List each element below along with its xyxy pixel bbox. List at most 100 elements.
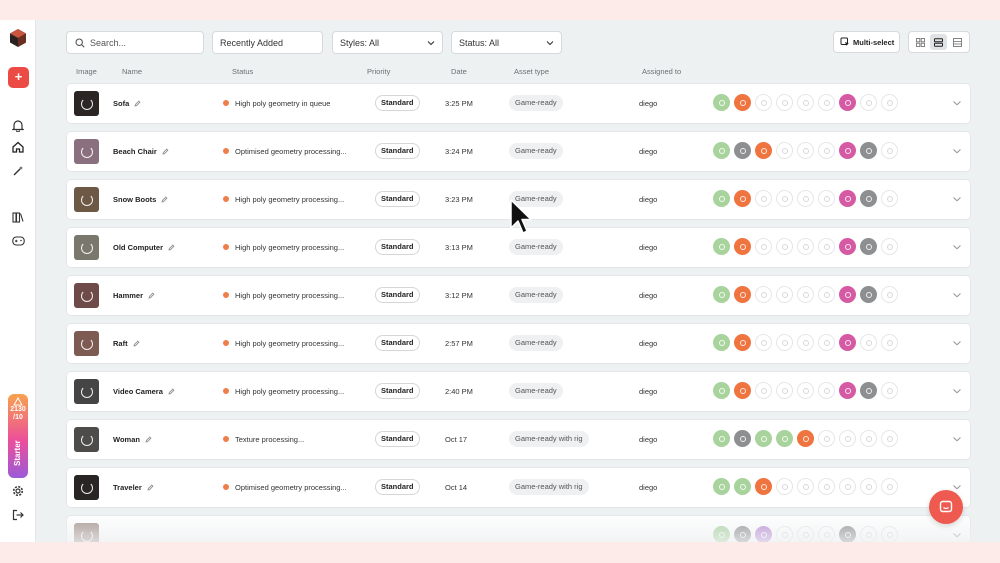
- table-row[interactable]: Woman Texture processing... Standard Oct…: [66, 419, 971, 460]
- list-view-button[interactable]: [930, 34, 948, 50]
- pipeline-stage-empty[interactable]: [839, 478, 856, 495]
- asset-thumbnail[interactable]: [74, 427, 99, 452]
- table-row[interactable]: [66, 515, 971, 542]
- pipeline-stage-empty[interactable]: [818, 334, 835, 351]
- table-view-button[interactable]: [949, 34, 966, 50]
- pipeline-stage-empty[interactable]: [818, 238, 835, 255]
- edit-pencil-icon[interactable]: [145, 436, 152, 443]
- expand-chevron-icon[interactable]: [952, 531, 962, 539]
- edit-pencil-icon[interactable]: [134, 100, 141, 107]
- pipeline-stage-empty[interactable]: [776, 190, 793, 207]
- pipeline-stage-empty[interactable]: [776, 94, 793, 111]
- pipeline-stage-empty[interactable]: [860, 526, 877, 542]
- pipeline-stage-empty[interactable]: [755, 334, 772, 351]
- settings-gear-icon[interactable]: [10, 483, 26, 499]
- pipeline-stage-empty[interactable]: [881, 238, 898, 255]
- pipeline-stage-empty[interactable]: [818, 286, 835, 303]
- table-row[interactable]: Traveler Optimised geometry processing..…: [66, 467, 971, 508]
- pipeline-stage-green[interactable]: [713, 430, 730, 447]
- pipeline-stage-pink[interactable]: [839, 142, 856, 159]
- multi-select-button[interactable]: Multi-select: [833, 31, 900, 53]
- asset-thumbnail[interactable]: [74, 331, 99, 356]
- pipeline-stage-empty[interactable]: [860, 478, 877, 495]
- pipeline-stage-gray[interactable]: [734, 526, 751, 542]
- pipeline-stage-gray[interactable]: [860, 382, 877, 399]
- expand-chevron-icon[interactable]: [952, 483, 962, 491]
- gamepad-icon[interactable]: [10, 233, 26, 249]
- pipeline-stage-empty[interactable]: [797, 238, 814, 255]
- edit-pencil-icon[interactable]: [162, 148, 169, 155]
- pipeline-stage-empty[interactable]: [797, 142, 814, 159]
- pipeline-stage-empty[interactable]: [881, 478, 898, 495]
- pipeline-stage-empty[interactable]: [881, 142, 898, 159]
- edit-pencil-icon[interactable]: [161, 196, 168, 203]
- credits-badge[interactable]: 2130 /10 Starter: [8, 394, 28, 478]
- library-icon[interactable]: [10, 209, 26, 225]
- priority-badge[interactable]: Standard: [375, 239, 420, 255]
- expand-chevron-icon[interactable]: [952, 339, 962, 347]
- pipeline-stage-orange[interactable]: [734, 382, 751, 399]
- pipeline-stage-gray[interactable]: [860, 142, 877, 159]
- pipeline-stage-empty[interactable]: [797, 190, 814, 207]
- asset-thumbnail[interactable]: [74, 523, 99, 542]
- pipeline-stage-gray[interactable]: [734, 142, 751, 159]
- pipeline-stage-green[interactable]: [713, 238, 730, 255]
- pipeline-stage-empty[interactable]: [818, 526, 835, 542]
- pipeline-stage-green[interactable]: [713, 526, 730, 542]
- priority-badge[interactable]: Standard: [375, 431, 420, 447]
- pipeline-stage-green[interactable]: [713, 334, 730, 351]
- pipeline-stage-orange[interactable]: [734, 334, 751, 351]
- expand-chevron-icon[interactable]: [952, 387, 962, 395]
- pipeline-stage-green[interactable]: [713, 478, 730, 495]
- pipeline-stage-empty[interactable]: [755, 190, 772, 207]
- magic-wand-icon[interactable]: [10, 163, 26, 179]
- search-input[interactable]: [90, 37, 190, 48]
- expand-chevron-icon[interactable]: [952, 147, 962, 155]
- logo-icon[interactable]: [9, 28, 27, 48]
- pipeline-stage-green[interactable]: [713, 382, 730, 399]
- priority-badge[interactable]: Standard: [375, 335, 420, 351]
- pipeline-stage-empty[interactable]: [818, 190, 835, 207]
- edit-pencil-icon[interactable]: [168, 388, 175, 395]
- pipeline-stage-empty[interactable]: [797, 94, 814, 111]
- asset-thumbnail[interactable]: [74, 283, 99, 308]
- pipeline-stage-pink[interactable]: [839, 190, 856, 207]
- pipeline-stage-orange[interactable]: [797, 430, 814, 447]
- pipeline-stage-green[interactable]: [755, 430, 772, 447]
- table-row[interactable]: Hammer High poly geometry processing... …: [66, 275, 971, 316]
- priority-badge[interactable]: Standard: [375, 287, 420, 303]
- expand-chevron-icon[interactable]: [952, 291, 962, 299]
- pipeline-stage-gray[interactable]: [860, 190, 877, 207]
- pipeline-stage-empty[interactable]: [860, 430, 877, 447]
- pipeline-stage-green[interactable]: [776, 430, 793, 447]
- table-row[interactable]: Beach Chair Optimised geometry processin…: [66, 131, 971, 172]
- pipeline-stage-pink[interactable]: [839, 382, 856, 399]
- grid-view-button[interactable]: [912, 34, 929, 50]
- new-item-button[interactable]: +: [8, 67, 29, 88]
- pipeline-stage-empty[interactable]: [776, 238, 793, 255]
- pipeline-stage-gray[interactable]: [860, 238, 877, 255]
- pipeline-stage-gray[interactable]: [734, 430, 751, 447]
- pipeline-stage-gray[interactable]: [839, 526, 856, 542]
- table-row[interactable]: Video Camera High poly geometry processi…: [66, 371, 971, 412]
- table-row[interactable]: Sofa High poly geometry in queue Standar…: [66, 83, 971, 124]
- asset-thumbnail[interactable]: [74, 475, 99, 500]
- pipeline-stage-empty[interactable]: [776, 286, 793, 303]
- pipeline-stage-empty[interactable]: [776, 334, 793, 351]
- pipeline-stage-empty[interactable]: [797, 382, 814, 399]
- pipeline-stage-empty[interactable]: [776, 526, 793, 542]
- expand-chevron-icon[interactable]: [952, 243, 962, 251]
- pipeline-stage-empty[interactable]: [755, 382, 772, 399]
- logout-icon[interactable]: [10, 507, 26, 523]
- pipeline-stage-empty[interactable]: [776, 478, 793, 495]
- pipeline-stage-green[interactable]: [713, 286, 730, 303]
- pipeline-stage-green[interactable]: [713, 94, 730, 111]
- asset-thumbnail[interactable]: [74, 187, 99, 212]
- expand-chevron-icon[interactable]: [952, 435, 962, 443]
- pipeline-stage-empty[interactable]: [755, 238, 772, 255]
- pipeline-stage-empty[interactable]: [860, 94, 877, 111]
- pipeline-stage-empty[interactable]: [881, 430, 898, 447]
- pipeline-stage-pink[interactable]: [839, 286, 856, 303]
- pipeline-stage-empty[interactable]: [797, 286, 814, 303]
- pipeline-stage-empty[interactable]: [881, 526, 898, 542]
